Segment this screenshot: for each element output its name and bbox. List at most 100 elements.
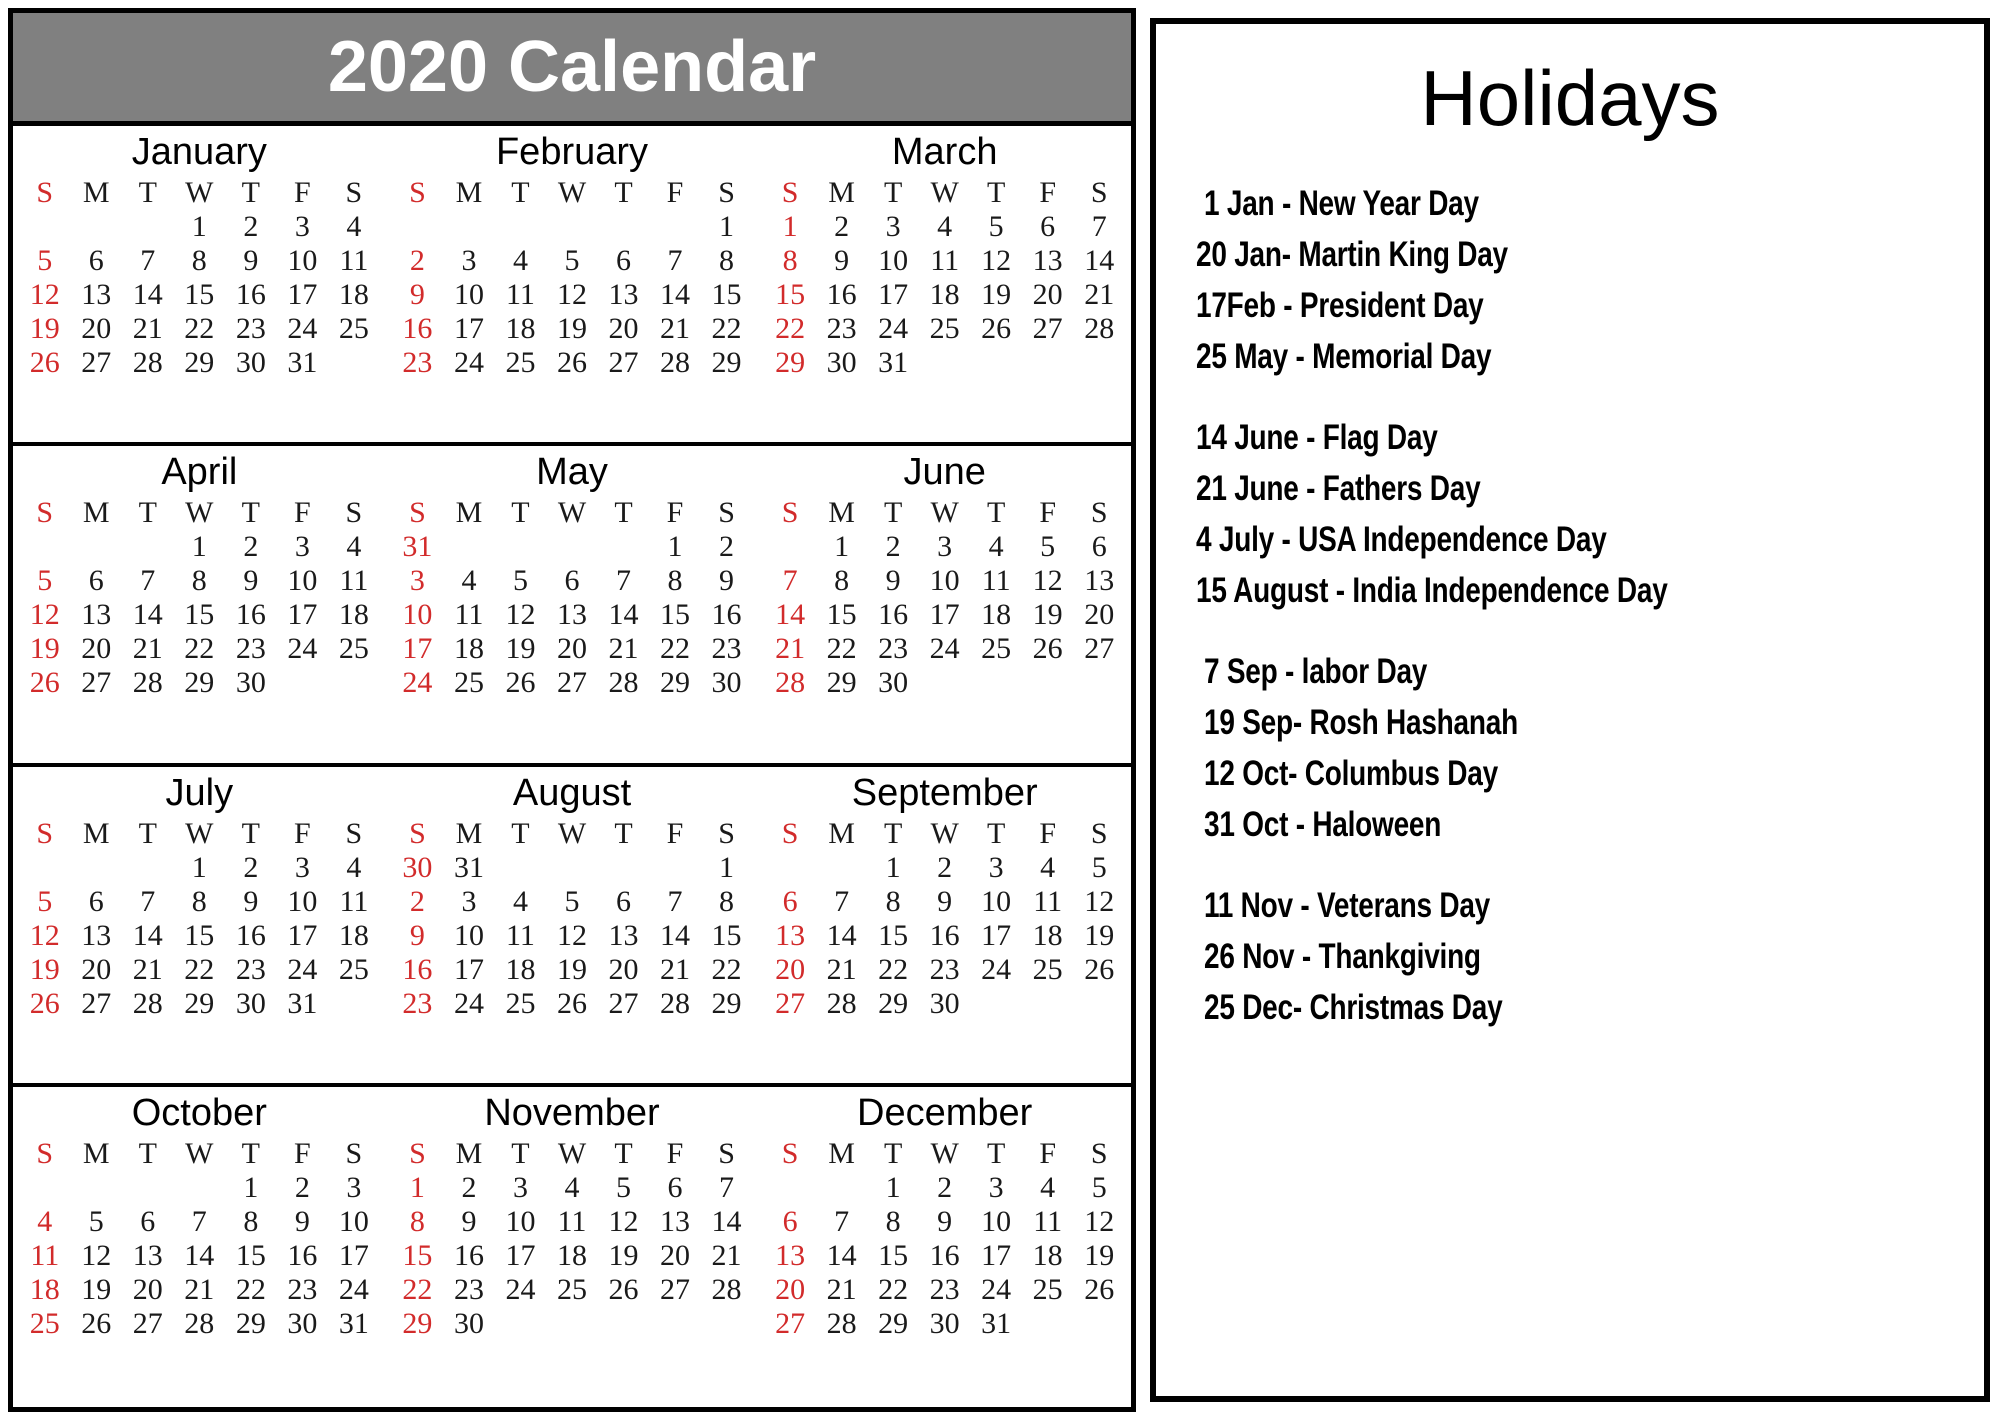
day-cell[interactable]: 17 (970, 1239, 1022, 1273)
day-cell[interactable]: 3 (443, 885, 495, 919)
day-cell[interactable]: 13 (764, 1239, 816, 1273)
day-cell[interactable]: 11 (919, 244, 971, 278)
day-cell[interactable]: 19 (71, 1273, 123, 1307)
day-cell[interactable]: 11 (495, 278, 547, 312)
day-cell[interactable]: 3 (970, 851, 1022, 885)
day-cell[interactable]: 9 (392, 919, 444, 953)
day-cell[interactable]: 31 (867, 346, 919, 380)
day-cell[interactable]: 24 (277, 312, 329, 346)
day-cell[interactable]: 21 (1073, 278, 1125, 312)
day-cell[interactable]: 18 (443, 632, 495, 666)
day-cell[interactable]: 8 (867, 885, 919, 919)
day-cell[interactable]: 10 (970, 885, 1022, 919)
day-cell[interactable]: 2 (919, 1171, 971, 1205)
day-cell[interactable]: 23 (867, 632, 919, 666)
day-cell[interactable]: 3 (277, 530, 329, 564)
day-cell[interactable]: 19 (546, 312, 598, 346)
day-cell[interactable]: 1 (225, 1171, 277, 1205)
day-cell[interactable]: 5 (19, 885, 71, 919)
day-cell[interactable]: 11 (19, 1239, 71, 1273)
day-cell[interactable]: 13 (1022, 244, 1074, 278)
day-cell[interactable]: 18 (495, 953, 547, 987)
day-cell[interactable]: 16 (225, 919, 277, 953)
day-cell[interactable]: 25 (1022, 953, 1074, 987)
day-cell[interactable]: 6 (71, 885, 123, 919)
day-cell[interactable]: 16 (919, 1239, 971, 1273)
day-cell[interactable]: 29 (816, 666, 868, 700)
day-cell[interactable]: 17 (867, 278, 919, 312)
day-cell[interactable]: 8 (392, 1205, 444, 1239)
day-cell[interactable]: 22 (867, 953, 919, 987)
day-cell[interactable]: 13 (71, 278, 123, 312)
day-cell[interactable]: 6 (546, 564, 598, 598)
day-cell[interactable]: 24 (919, 632, 971, 666)
day-cell[interactable]: 23 (225, 632, 277, 666)
day-cell[interactable]: 14 (174, 1239, 226, 1273)
day-cell[interactable]: 12 (546, 278, 598, 312)
day-cell[interactable]: 20 (71, 953, 123, 987)
day-cell[interactable]: 26 (71, 1307, 123, 1341)
day-cell[interactable]: 3 (392, 564, 444, 598)
day-cell[interactable]: 18 (328, 919, 380, 953)
day-cell[interactable]: 26 (598, 1273, 650, 1307)
day-cell[interactable]: 31 (277, 346, 329, 380)
day-cell[interactable]: 11 (1022, 885, 1074, 919)
day-cell[interactable]: 30 (919, 1307, 971, 1341)
day-cell[interactable]: 23 (277, 1273, 329, 1307)
day-cell[interactable]: 28 (649, 987, 701, 1021)
day-cell[interactable]: 9 (919, 885, 971, 919)
day-cell[interactable]: 26 (1073, 953, 1125, 987)
day-cell[interactable]: 20 (71, 632, 123, 666)
day-cell[interactable]: 14 (764, 598, 816, 632)
day-cell[interactable]: 11 (970, 564, 1022, 598)
day-cell[interactable]: 31 (970, 1307, 1022, 1341)
day-cell[interactable]: 10 (970, 1205, 1022, 1239)
day-cell[interactable]: 1 (764, 210, 816, 244)
day-cell[interactable]: 3 (277, 851, 329, 885)
day-cell[interactable]: 29 (701, 987, 753, 1021)
day-cell[interactable]: 17 (443, 953, 495, 987)
day-cell[interactable]: 9 (225, 244, 277, 278)
day-cell[interactable]: 25 (328, 953, 380, 987)
day-cell[interactable]: 16 (225, 278, 277, 312)
day-cell[interactable]: 29 (174, 666, 226, 700)
day-cell[interactable]: 19 (19, 632, 71, 666)
day-cell[interactable]: 16 (816, 278, 868, 312)
day-cell[interactable]: 17 (919, 598, 971, 632)
day-cell[interactable]: 1 (649, 530, 701, 564)
day-cell[interactable]: 9 (225, 885, 277, 919)
day-cell[interactable]: 15 (392, 1239, 444, 1273)
day-cell[interactable]: 3 (443, 244, 495, 278)
day-cell[interactable]: 21 (598, 632, 650, 666)
day-cell[interactable]: 13 (71, 919, 123, 953)
day-cell[interactable]: 9 (443, 1205, 495, 1239)
day-cell[interactable]: 6 (71, 244, 123, 278)
day-cell[interactable]: 1 (701, 851, 753, 885)
day-cell[interactable]: 15 (816, 598, 868, 632)
day-cell[interactable]: 12 (1073, 1205, 1125, 1239)
day-cell[interactable]: 12 (598, 1205, 650, 1239)
day-cell[interactable]: 12 (19, 919, 71, 953)
day-cell[interactable]: 27 (764, 1307, 816, 1341)
day-cell[interactable]: 2 (225, 530, 277, 564)
day-cell[interactable]: 5 (546, 885, 598, 919)
day-cell[interactable]: 6 (649, 1171, 701, 1205)
day-cell[interactable]: 13 (546, 598, 598, 632)
day-cell[interactable]: 22 (867, 1273, 919, 1307)
day-cell[interactable]: 14 (122, 919, 174, 953)
day-cell[interactable]: 4 (328, 851, 380, 885)
day-cell[interactable]: 13 (598, 919, 650, 953)
day-cell[interactable]: 6 (764, 885, 816, 919)
day-cell[interactable]: 27 (1073, 632, 1125, 666)
day-cell[interactable]: 26 (1073, 1273, 1125, 1307)
day-cell[interactable]: 20 (1073, 598, 1125, 632)
day-cell[interactable]: 26 (546, 346, 598, 380)
day-cell[interactable]: 7 (122, 564, 174, 598)
day-cell[interactable]: 25 (970, 632, 1022, 666)
day-cell[interactable]: 28 (649, 346, 701, 380)
day-cell[interactable]: 26 (1022, 632, 1074, 666)
day-cell[interactable]: 19 (1022, 598, 1074, 632)
day-cell[interactable]: 5 (970, 210, 1022, 244)
day-cell[interactable]: 18 (495, 312, 547, 346)
day-cell[interactable]: 4 (1022, 1171, 1074, 1205)
